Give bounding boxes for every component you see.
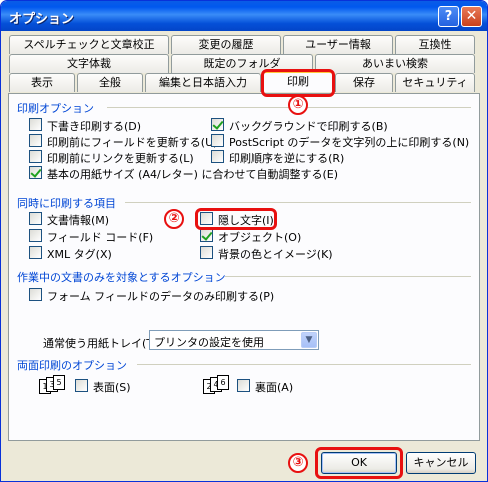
checkbox[interactable] [29,134,42,147]
tab-track-changes[interactable]: 変更の履歴 [171,35,281,54]
tab-user-info[interactable]: ユーザー情報 [283,35,393,54]
option-label: XML タグ(X) [47,248,112,261]
option-label: フィールド コード(F) [47,231,154,244]
option-label: フォーム フィールドのデータのみ印刷する(P) [47,290,275,303]
title-bar[interactable]: オプション ? ✕ [1,1,487,31]
checkbox[interactable] [29,246,42,259]
annotation-marker-2: ② [164,209,184,229]
tab-spelling[interactable]: スペルチェックと文章校正 [9,35,169,54]
option-label: 隠し文字(I) [218,214,274,227]
option-label: 表面(S) [93,381,131,394]
option-label: 裏面(A) [255,381,294,394]
option-label: オブジェクト(O) [218,231,302,244]
divider [125,202,471,203]
checkbox[interactable] [200,212,213,225]
option-label: 印刷前にフィールドを更新する(U) [47,136,218,149]
duplex-heading: 両面印刷のオプション [17,359,127,372]
checkbox[interactable] [200,229,213,242]
tab-typography[interactable]: 文字体裁 [9,54,169,73]
option-label: 印刷前にリンクを更新する(L) [47,152,194,165]
option-label: 文書情報(M) [47,214,110,227]
checkbox[interactable] [237,379,250,392]
option-label: 下書き印刷する(D) [47,120,142,133]
checkbox[interactable] [75,379,88,392]
tab-fuzzy-search[interactable]: あいまい検索 [315,54,475,73]
checkbox[interactable] [211,150,224,163]
window-title: オプション [9,12,75,27]
annotation-marker-1: ① [288,95,308,115]
include-items-heading: 同時に印刷する項目 [17,197,116,210]
divider [225,276,471,277]
current-doc-heading: 作業中の文書のみを対象とするオプション [17,271,226,284]
option-label: バックグラウンドで印刷する(B) [229,120,388,133]
checkbox[interactable] [211,118,224,131]
paper-tray-label: 通常使う用紙トレイ(T) [43,337,158,350]
checkbox[interactable] [29,288,42,301]
back-pages-icon: 2 4 6 [203,375,235,395]
tab-view[interactable]: 表示 [9,73,75,92]
option-label: PostScript のデータを文字列の上に印刷する(N) [229,136,470,149]
close-icon[interactable]: ✕ [461,6,482,27]
cancel-button[interactable]: キャンセル [406,452,476,474]
tab-security[interactable]: セキュリティ [395,73,475,92]
divider [137,364,471,365]
option-label: 基本の用紙サイズ (A4/レター) に合わせて自動調整する(E) [47,168,339,181]
checkbox[interactable] [29,229,42,242]
tab-compatibility[interactable]: 互換性 [395,35,475,54]
chevron-down-icon[interactable]: ▼ [301,332,317,348]
print-options-heading: 印刷オプション [17,102,94,115]
tab-save[interactable]: 保存 [335,73,393,92]
annotation-marker-3: ③ [288,453,308,473]
option-label: 印刷順序を逆にする(R) [229,152,345,165]
options-dialog: オプション ? ✕ スペルチェックと文章校正 変更の履歴 ユーザー情報 互換性 … [0,0,488,482]
tab-edit[interactable]: 編集と日本語入力 [145,73,261,92]
checkbox[interactable] [200,246,213,259]
checkbox[interactable] [29,212,42,225]
selected-value: プリンタの設定を使用 [154,336,264,349]
front-pages-icon: 1 3 5 [39,375,71,395]
checkbox[interactable] [29,150,42,163]
help-icon[interactable]: ? [438,6,459,27]
option-label: 背景の色とイメージ(K) [218,248,333,261]
checkbox[interactable] [211,134,224,147]
checkbox[interactable] [29,166,42,179]
ok-button[interactable]: OK [321,452,397,474]
tab-general[interactable]: 全般 [77,73,143,92]
paper-tray-select[interactable]: プリンタの設定を使用 ▼ [149,330,319,350]
checkbox[interactable] [29,118,42,131]
tab-print[interactable]: 印刷 [263,71,333,92]
